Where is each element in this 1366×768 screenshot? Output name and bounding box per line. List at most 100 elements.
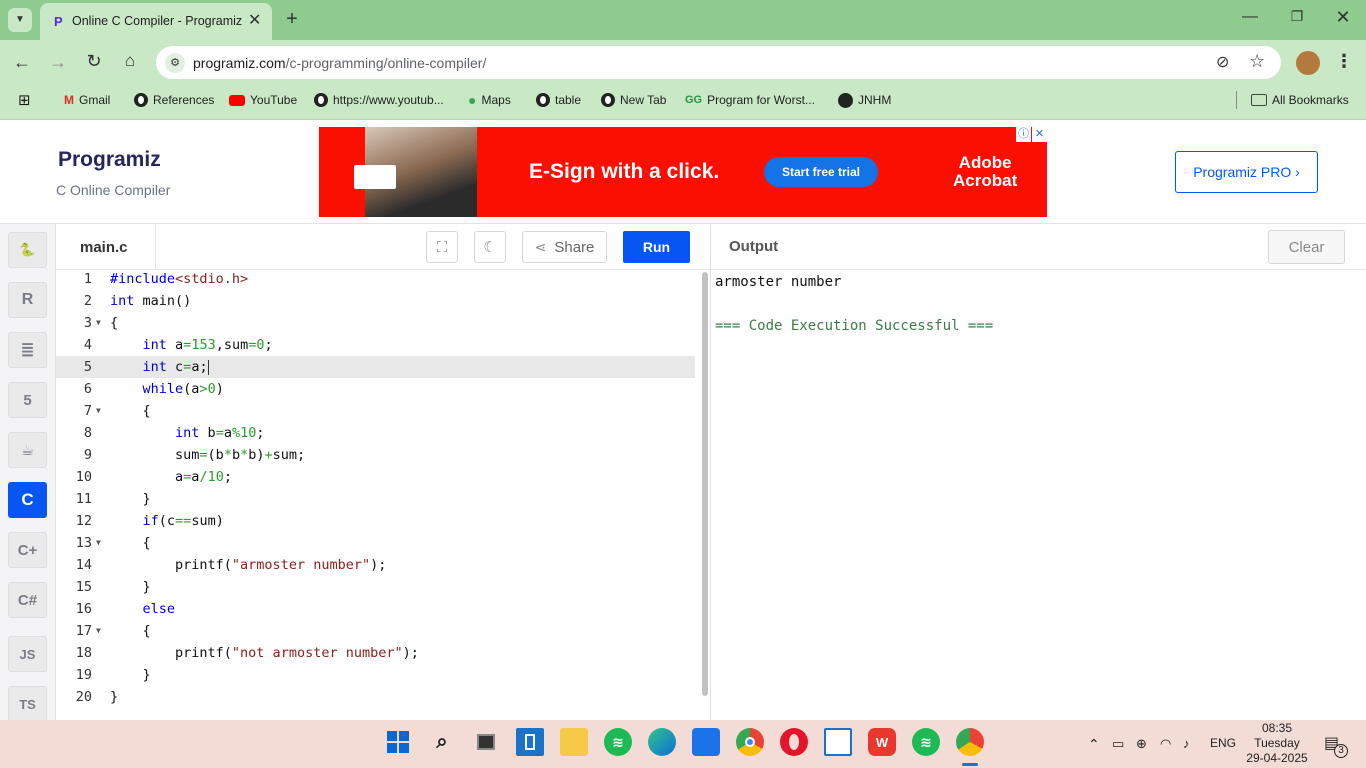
code-line: else — [142, 601, 176, 617]
chrome-icon[interactable] — [736, 728, 764, 756]
show-hidden-icons-icon[interactable]: ⌃ — [1088, 736, 1100, 753]
bookmark-jnhm[interactable]: JNHM — [838, 92, 891, 108]
reload-icon[interactable]: ↻ — [82, 51, 106, 72]
code-line: printf("armoster number"); — [110, 557, 387, 573]
wifi-icon[interactable]: ◠ — [1160, 736, 1171, 752]
task-view-icon[interactable] — [472, 728, 500, 756]
volume-icon[interactable]: ♪ — [1183, 736, 1190, 751]
url-path: /c-programming/online-compiler/ — [285, 55, 487, 71]
spotify-icon[interactable]: ≋ — [604, 728, 632, 756]
widgets-icon[interactable] — [516, 728, 544, 756]
bookmark-label: https://www.youtub... — [333, 93, 444, 107]
programiz-logo[interactable]: Programiz — [58, 148, 161, 172]
forward-arrow-icon[interactable]: → — [46, 52, 70, 73]
input-language[interactable]: ENG — [1210, 736, 1236, 750]
tab-close-icon[interactable]: ✕ — [248, 10, 261, 30]
globe-icon — [314, 93, 328, 107]
ad-brand-line2: Acrobat — [953, 171, 1018, 190]
apps-grid-icon[interactable]: ⊞ — [18, 92, 31, 109]
notes-app-icon[interactable] — [824, 728, 852, 756]
clear-button[interactable]: Clear — [1268, 230, 1345, 264]
bookmark-maps[interactable]: ● Maps — [468, 92, 511, 108]
output-line: === Code Execution Successful === — [715, 318, 994, 334]
spotify-icon[interactable]: ≋ — [912, 728, 940, 756]
r-language-icon[interactable]: R — [8, 282, 47, 318]
all-bookmarks[interactable]: All Bookmarks — [1251, 92, 1349, 108]
bookmark-youtube-url[interactable]: https://www.youtub... — [314, 92, 444, 108]
bookmark-table[interactable]: table — [536, 92, 581, 108]
site-info-icon[interactable]: ⚙ — [165, 53, 185, 73]
ad-brand-line1: Adobe — [958, 153, 1012, 172]
bookmark-program-worst[interactable]: GG Program for Worst... — [685, 92, 815, 108]
c-language-icon[interactable]: C — [8, 482, 47, 518]
home-icon[interactable]: ⌂ — [118, 51, 142, 71]
url-domain: programiz.com — [193, 55, 286, 71]
bookmark-references[interactable]: References — [134, 92, 214, 108]
chrome-menu-icon[interactable]: ⋮ — [1334, 51, 1354, 72]
typescript-icon[interactable]: TS — [8, 686, 47, 722]
code-line: while(a>0) — [142, 381, 224, 397]
bookmark-label: Program for Worst... — [707, 93, 815, 107]
ad-info-icon[interactable]: ⓘ — [1016, 127, 1031, 142]
ad-close-icon[interactable]: ✕ — [1032, 127, 1047, 142]
code-line: int a=153,sum=0; — [142, 337, 273, 353]
programiz-pro-button[interactable]: Programiz PRO › — [1175, 151, 1318, 193]
eye-off-icon[interactable]: ⊘ — [1216, 52, 1229, 72]
html5-icon[interactable]: 5 — [8, 382, 47, 418]
search-icon[interactable]: ⌕ — [428, 728, 456, 756]
bookmark-new-tab[interactable]: New Tab — [601, 92, 666, 108]
advertisement-banner[interactable]: E-Sign with a click. Start free trial Ad… — [319, 127, 1047, 217]
code-lines: #include<stdio.h> int main() { int a=153… — [56, 268, 702, 720]
battery-icon[interactable]: ▭ — [1112, 736, 1124, 752]
file-tab[interactable]: main.c — [56, 224, 156, 270]
share-button[interactable]: ⋖ Share — [522, 231, 607, 263]
minimize-button[interactable]: — — [1240, 8, 1260, 26]
bookmark-youtube[interactable]: YouTube — [229, 92, 297, 108]
code-line: int c=a; — [142, 359, 209, 375]
editor-scrollbar[interactable] — [702, 272, 708, 696]
clock[interactable]: 08:35 Tuesday 29-04-2025 — [1244, 721, 1310, 766]
code-line: a=a/10; — [110, 469, 232, 485]
code-line: } — [110, 667, 151, 683]
chrome-profile-icon[interactable] — [956, 728, 984, 756]
bookmark-label: References — [153, 93, 215, 107]
github-icon — [838, 92, 853, 108]
code-line: int b=a%10; — [175, 425, 265, 441]
code-line: } — [110, 689, 119, 705]
run-button[interactable]: Run — [623, 231, 690, 263]
bookmark-star-icon[interactable]: ☆ — [1249, 51, 1265, 72]
restore-button[interactable]: ❐ — [1287, 8, 1307, 25]
bookmarks-divider — [1236, 91, 1237, 109]
dark-mode-button[interactable]: ☾ — [474, 231, 506, 263]
clock-date: 29-04-2025 — [1246, 751, 1308, 765]
clock-time: 08:35 — [1261, 721, 1293, 735]
close-window-button[interactable]: ✕ — [1333, 7, 1353, 28]
profile-avatar[interactable] — [1296, 51, 1320, 75]
gfg-icon: GG — [685, 94, 703, 106]
gmail-icon: M — [64, 93, 74, 107]
address-bar[interactable]: ⚙ programiz.com/c-programming/online-com… — [156, 46, 1281, 79]
bookmark-gmail[interactable]: M Gmail — [64, 92, 110, 108]
cpp-icon[interactable]: C+ — [8, 532, 47, 568]
file-explorer-icon[interactable] — [560, 728, 588, 756]
active-app-indicator — [962, 763, 978, 766]
csharp-icon[interactable]: C# — [8, 582, 47, 618]
tab-search-button[interactable]: ▼ — [8, 8, 32, 32]
ad-cta-button[interactable]: Start free trial — [764, 157, 878, 187]
python-icon[interactable]: 🐍 — [8, 232, 47, 268]
back-arrow-icon[interactable]: ← — [10, 52, 34, 73]
globe-icon — [601, 93, 615, 107]
windows-start-icon[interactable] — [384, 728, 412, 756]
edge-icon[interactable] — [648, 728, 676, 756]
microsoft-store-icon[interactable] — [692, 728, 720, 756]
javascript-icon[interactable]: JS — [8, 636, 47, 672]
opera-icon[interactable] — [780, 728, 808, 756]
wps-office-icon[interactable]: W — [868, 728, 896, 756]
new-tab-button[interactable]: + — [280, 7, 304, 31]
java-icon[interactable]: ☕ — [8, 432, 47, 468]
network-globe-icon[interactable]: ⊕ — [1136, 736, 1147, 752]
browser-tab[interactable]: P Online C Compiler - Programiz ✕ — [40, 3, 272, 40]
code-line: } — [110, 491, 151, 507]
sql-database-icon[interactable]: ≣ — [8, 332, 47, 368]
fullscreen-button[interactable]: ⛶ — [426, 231, 458, 263]
